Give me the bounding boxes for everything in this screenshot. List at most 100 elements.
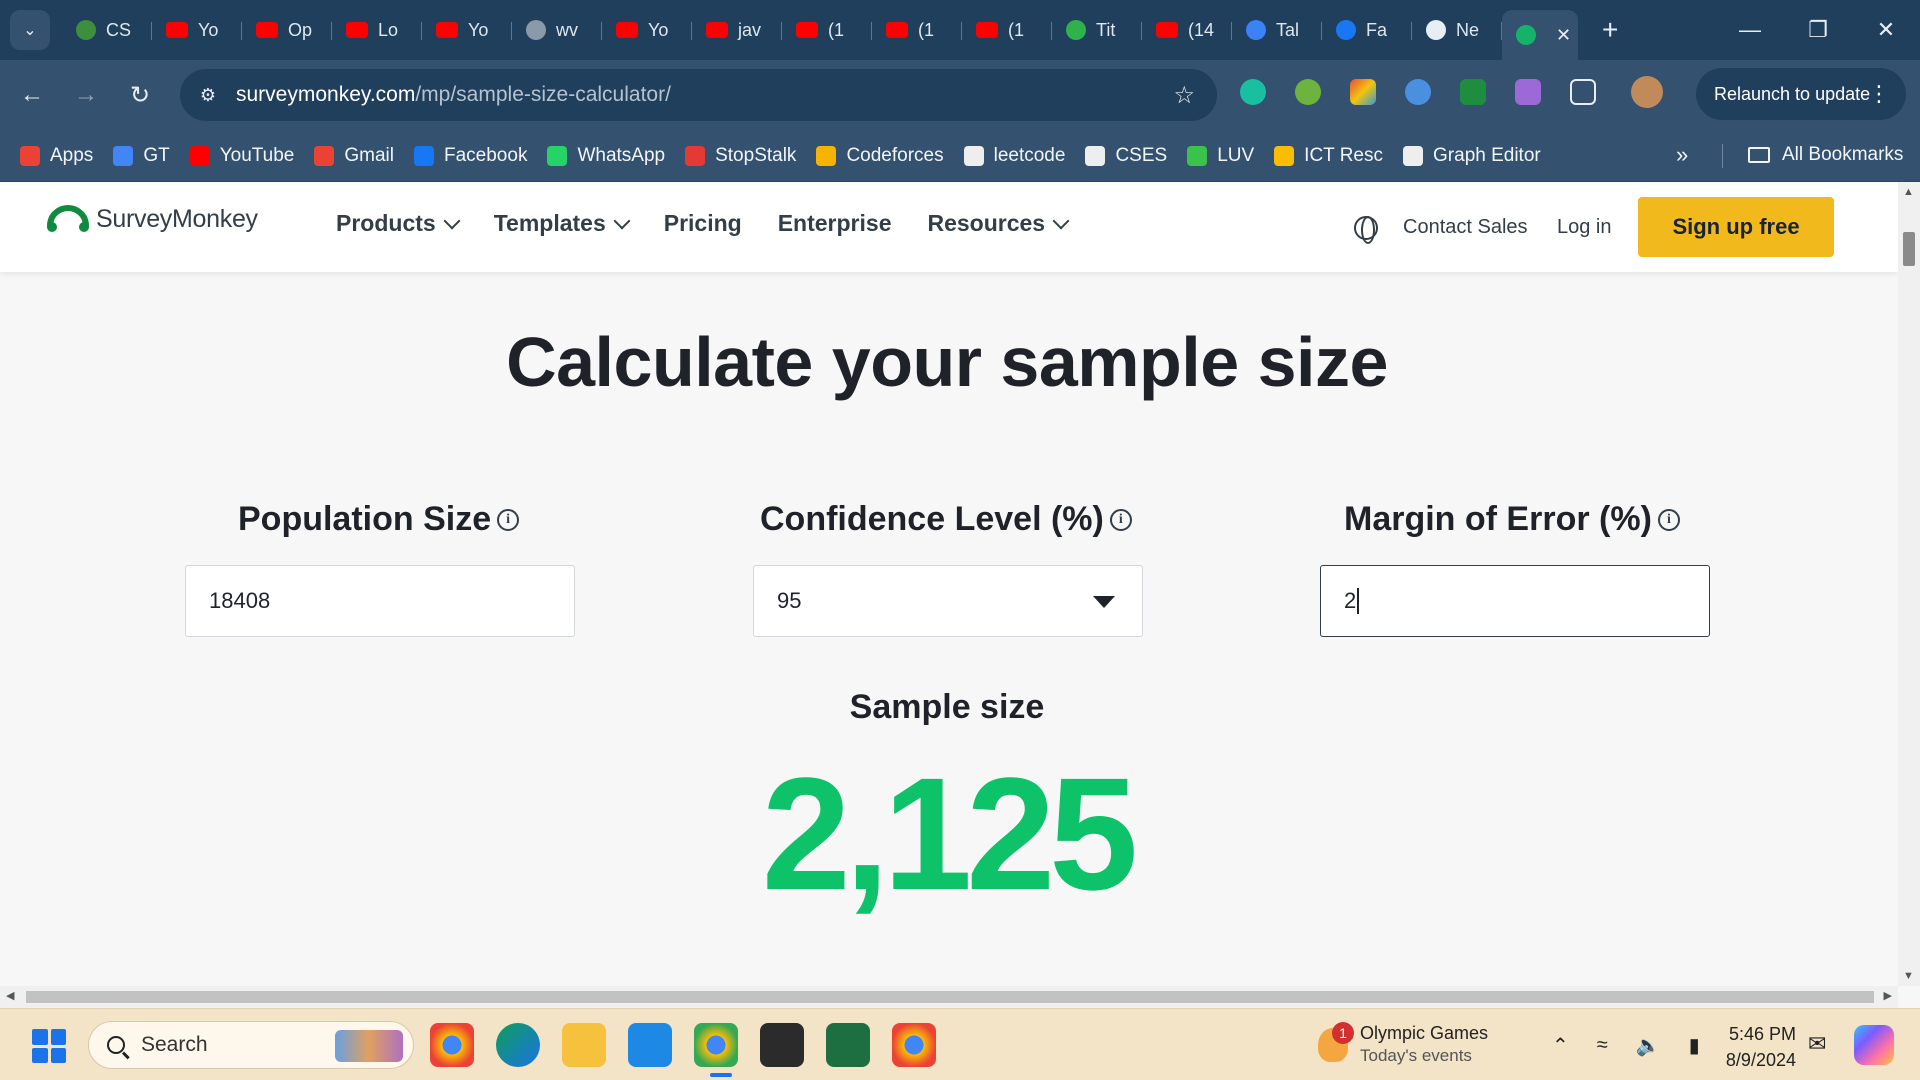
youtube-icon xyxy=(346,22,368,38)
new-tab-button[interactable]: + xyxy=(1602,14,1618,46)
nav-item[interactable]: Templates xyxy=(494,210,631,237)
profile-avatar[interactable] xyxy=(1631,76,1663,108)
forward-button[interactable]: → xyxy=(64,73,108,117)
bookmark-item[interactable]: WhatsApp xyxy=(547,145,665,167)
browser-tab[interactable]: Lo xyxy=(332,8,422,52)
minimize-button[interactable]: — xyxy=(1716,0,1784,60)
browser-tab[interactable]: Op xyxy=(242,8,332,52)
confidence-select[interactable]: 95 xyxy=(753,565,1143,637)
site-info-icon[interactable]: ⚙ xyxy=(190,77,226,113)
puzzle-icon[interactable] xyxy=(1570,79,1596,105)
contact-sales-link[interactable]: Contact Sales xyxy=(1403,216,1528,239)
active-browser-tab[interactable]: ✕ xyxy=(1502,10,1578,60)
bookmark-item[interactable]: YouTube xyxy=(189,145,294,167)
g-extension-icon[interactable] xyxy=(1515,79,1541,105)
taskbar-search[interactable]: Search xyxy=(88,1021,414,1069)
vertical-scrollbar[interactable]: ▲ ▼ xyxy=(1898,182,1920,986)
close-window-button[interactable]: ✕ xyxy=(1852,0,1920,60)
wifi-icon[interactable]: ≈ xyxy=(1597,1034,1608,1057)
bookmark-item[interactable]: StopStalk xyxy=(685,145,796,167)
battery-icon[interactable]: ▮ xyxy=(1689,1033,1700,1058)
copilot-icon[interactable] xyxy=(1854,1025,1894,1065)
back-button[interactable]: ← xyxy=(10,73,54,117)
bookmark-item[interactable]: leetcode xyxy=(963,145,1065,167)
bookmark-star-icon[interactable]: ☆ xyxy=(1173,81,1195,110)
browser-tab[interactable]: Fa xyxy=(1322,8,1412,52)
scroll-up-arrow-icon[interactable]: ▲ xyxy=(1903,186,1914,198)
vscode-icon[interactable] xyxy=(628,1023,672,1067)
more-bookmarks-button[interactable]: » xyxy=(1676,142,1688,168)
margin-input[interactable]: 2 xyxy=(1320,565,1710,637)
browser-tab[interactable]: Ne xyxy=(1412,8,1502,52)
horizontal-scroll-thumb[interactable] xyxy=(26,991,1874,1003)
news-widget[interactable]: 1 Olympic Games Today's events xyxy=(1318,1021,1488,1066)
grammarly-extension-icon[interactable] xyxy=(1240,79,1266,105)
browser-tab[interactable]: (1 xyxy=(872,8,962,52)
chevron-down-icon xyxy=(1052,212,1070,229)
browser-tab[interactable]: Yo xyxy=(602,8,692,52)
chrome-profile-taskbar-icon[interactable] xyxy=(694,1023,738,1067)
nav-item[interactable]: Pricing xyxy=(664,210,742,237)
globe-icon[interactable] xyxy=(1354,216,1378,244)
scroll-left-arrow-icon[interactable]: ◀ xyxy=(6,989,14,1002)
signup-button[interactable]: Sign up free xyxy=(1638,197,1834,257)
browser-tab[interactable]: CS xyxy=(62,8,152,52)
browser-tab[interactable]: Yo xyxy=(152,8,242,52)
drop-extension-icon[interactable] xyxy=(1405,79,1431,105)
vertical-scroll-thumb[interactable] xyxy=(1903,232,1915,266)
all-bookmarks-button[interactable]: All Bookmarks xyxy=(1748,144,1903,166)
bookmark-item[interactable]: LUV xyxy=(1187,145,1254,167)
close-tab-icon[interactable]: ✕ xyxy=(1556,25,1571,46)
terminal-icon[interactable] xyxy=(760,1023,804,1067)
bookmark-item[interactable]: Facebook xyxy=(414,145,527,167)
bookmark-item[interactable]: Apps xyxy=(20,145,93,167)
browser-tab[interactable]: jav xyxy=(692,8,782,52)
tab-search-button[interactable]: ⌄ xyxy=(10,10,50,50)
info-icon[interactable]: i xyxy=(1109,508,1132,531)
login-link[interactable]: Log in xyxy=(1557,216,1612,239)
horizontal-scrollbar[interactable]: ◀ ▶ xyxy=(0,986,1898,1008)
start-button[interactable] xyxy=(32,1029,66,1063)
excel-icon[interactable] xyxy=(826,1023,870,1067)
bookmark-item[interactable]: CSES xyxy=(1085,145,1167,167)
browser-tab[interactable]: wv xyxy=(512,8,602,52)
notifications-icon[interactable]: ✉ xyxy=(1808,1031,1826,1057)
bookmark-item[interactable]: Gmail xyxy=(314,145,394,167)
clock[interactable]: 5:46 PM 8/9/2024 xyxy=(1712,1021,1796,1073)
chrome-canary-icon[interactable] xyxy=(892,1023,936,1067)
info-icon[interactable]: i xyxy=(1657,508,1680,531)
bookmark-item[interactable]: ICT Resc xyxy=(1274,145,1383,167)
bookmark-item[interactable]: Graph Editor xyxy=(1403,145,1541,167)
bookmark-item[interactable]: Codeforces xyxy=(816,145,944,167)
scroll-down-arrow-icon[interactable]: ▼ xyxy=(1903,970,1914,982)
reload-button[interactable]: ↻ xyxy=(118,73,162,117)
info-icon[interactable]: i xyxy=(497,508,520,531)
file-explorer-icon[interactable] xyxy=(562,1023,606,1067)
browser-tab[interactable]: (1 xyxy=(782,8,872,52)
population-input[interactable]: 18408 xyxy=(185,565,575,637)
url-text[interactable]: surveymonkey.com/mp/sample-size-calculat… xyxy=(236,83,671,107)
download-extension-icon[interactable] xyxy=(1460,79,1486,105)
browser-tab[interactable]: (14 xyxy=(1142,8,1232,52)
nav-item[interactable]: Resources xyxy=(927,210,1070,237)
surveymonkey-logo[interactable]: SurveyMonkey xyxy=(46,204,258,234)
volume-icon[interactable]: 🔈 xyxy=(1636,1033,1661,1058)
scroll-right-arrow-icon[interactable]: ▶ xyxy=(1884,989,1892,1002)
bookmark-item[interactable]: GT xyxy=(113,145,170,167)
edge-taskbar-icon[interactable] xyxy=(496,1023,540,1067)
nav-item[interactable]: Products xyxy=(336,210,461,237)
address-bar[interactable]: ⚙ surveymonkey.com/mp/sample-size-calcul… xyxy=(180,69,1217,121)
browser-tab[interactable]: Yo xyxy=(422,8,512,52)
restore-button[interactable]: ❐ xyxy=(1784,0,1852,60)
relaunch-button[interactable]: Relaunch to update ⋮ xyxy=(1696,68,1906,120)
browser-tab[interactable]: (1 xyxy=(962,8,1052,52)
chrome-taskbar-icon[interactable] xyxy=(430,1023,474,1067)
chevron-up-icon[interactable]: ⌃ xyxy=(1552,1033,1569,1058)
plus-extension-icon[interactable] xyxy=(1295,79,1321,105)
color-extension-icon[interactable] xyxy=(1350,79,1376,105)
browser-tab[interactable]: Tal xyxy=(1232,8,1322,52)
nav-item[interactable]: Enterprise xyxy=(778,210,892,237)
browser-tab[interactable]: Tit xyxy=(1052,8,1142,52)
chevron-down-icon xyxy=(613,212,631,229)
menu-dots-icon[interactable]: ⋮ xyxy=(1868,81,1890,107)
